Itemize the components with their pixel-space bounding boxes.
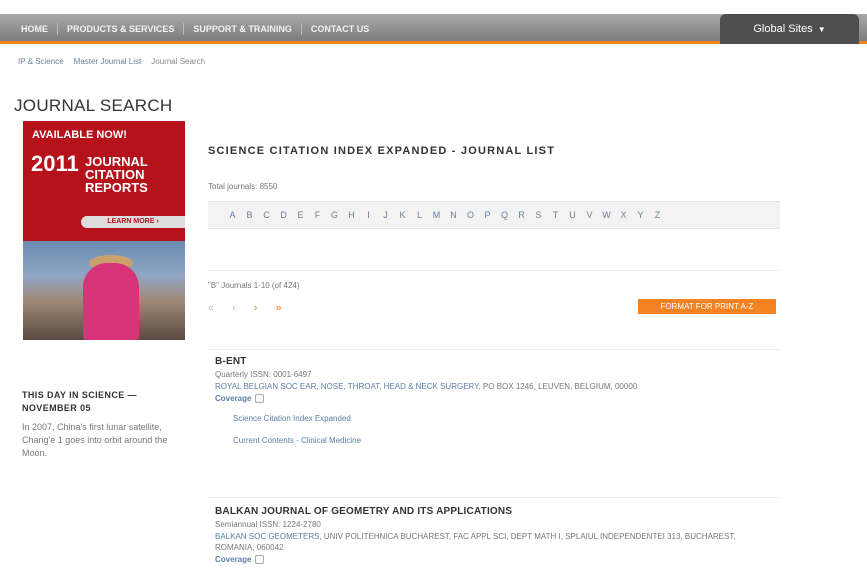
prev-page-icon: ‹	[232, 302, 236, 314]
alphabet-filter: ABCDEFGHIJKLMNOPQRSTUVWXYZ	[208, 201, 780, 229]
expand-icon	[255, 394, 265, 403]
coverage-toggle[interactable]: Coverage	[215, 394, 775, 403]
journal-entry: B-ENT Quarterly ISSN: 0001-6497 ROYAL BE…	[215, 356, 775, 445]
ad-photo	[23, 241, 185, 340]
letter-r[interactable]: R	[517, 210, 526, 220]
journal-frequency-issn: Quarterly ISSN: 0001-6497	[215, 370, 312, 379]
divider	[208, 349, 780, 350]
letter-u[interactable]: U	[568, 210, 577, 220]
coverage-index-link[interactable]: Science Citation Index Expanded	[233, 414, 775, 423]
letter-q[interactable]: Q	[500, 210, 509, 220]
letter-e[interactable]: E	[296, 210, 305, 220]
letter-h[interactable]: H	[347, 210, 356, 220]
total-journals: Total journals: 8550	[208, 182, 278, 191]
letter-g[interactable]: G	[330, 210, 339, 220]
jcr-advertisement[interactable]: AVAILABLE NOW! 2011 JOURNAL CITATION REP…	[23, 121, 185, 340]
coverage-label: Coverage	[215, 555, 252, 564]
letter-j[interactable]: J	[381, 210, 390, 220]
letter-n[interactable]: N	[449, 210, 458, 220]
results-range: "B" Journals 1-10 (of 424)	[208, 281, 300, 290]
this-day-title: THIS DAY IN SCIENCE — NOVEMBER 05	[22, 390, 137, 413]
journal-list-title: SCIENCE CITATION INDEX EXPANDED - JOURNA…	[208, 145, 556, 157]
letter-v[interactable]: V	[585, 210, 594, 220]
breadcrumb-master-journal-list[interactable]: Master Journal List	[74, 57, 142, 66]
letter-i[interactable]: I	[364, 210, 373, 220]
letter-w[interactable]: W	[602, 210, 611, 220]
breadcrumb: IP & Science Master Journal List Journal…	[18, 57, 205, 66]
nav-products-services[interactable]: PRODUCTS & SERVICES	[58, 23, 185, 35]
next-page-icon[interactable]: ›	[254, 302, 258, 314]
ad-learn-more-button[interactable]: LEARN MORE ›	[81, 216, 185, 228]
journal-publisher: ROYAL BELGIAN SOC EAR, NOSE, THROAT, HEA…	[215, 381, 775, 392]
letter-d[interactable]: D	[279, 210, 288, 220]
letter-x[interactable]: X	[619, 210, 628, 220]
letter-t[interactable]: T	[551, 210, 560, 220]
breadcrumb-ip-science[interactable]: IP & Science	[18, 57, 64, 66]
breadcrumb-current: Journal Search	[151, 57, 206, 66]
letter-a[interactable]: A	[228, 210, 237, 220]
divider	[208, 270, 780, 271]
letter-b[interactable]: B	[245, 210, 254, 220]
divider	[208, 497, 780, 498]
journal-frequency-issn: Semiannual ISSN: 1224-2780	[215, 520, 321, 529]
publisher-link[interactable]: BALKAN SOC GEOMETERS	[215, 532, 319, 541]
pagination: « ‹ › »	[208, 302, 282, 314]
letter-p[interactable]: P	[483, 210, 492, 220]
letter-z[interactable]: Z	[653, 210, 662, 220]
journal-entry: BALKAN JOURNAL OF GEOMETRY AND ITS APPLI…	[215, 506, 775, 564]
letter-k[interactable]: K	[398, 210, 407, 220]
journal-title: B-ENT	[215, 356, 247, 367]
coverage-label: Coverage	[215, 394, 252, 403]
journal-publisher: BALKAN SOC GEOMETERS, UNIV POLITEHNICA B…	[215, 531, 775, 553]
publisher-link[interactable]: ROYAL BELGIAN SOC EAR, NOSE, THROAT, HEA…	[215, 382, 478, 391]
main-content: SCIENCE CITATION INDEX EXPANDED - JOURNA…	[208, 0, 780, 583]
letter-l[interactable]: L	[415, 210, 424, 220]
letter-c[interactable]: C	[262, 210, 271, 220]
journal-title: BALKAN JOURNAL OF GEOMETRY AND ITS APPLI…	[215, 506, 513, 517]
coverage-index-link[interactable]: Current Contents - Clinical Medicine	[233, 436, 775, 445]
ad-year: 2011	[31, 151, 79, 176]
letter-f[interactable]: F	[313, 210, 322, 220]
format-for-print-button[interactable]: FORMAT FOR PRINT A-Z	[638, 299, 776, 314]
first-page-icon: «	[208, 302, 215, 314]
letter-s[interactable]: S	[534, 210, 543, 220]
letter-o[interactable]: O	[466, 210, 475, 220]
this-day-in-science: THIS DAY IN SCIENCE — NOVEMBER 05 In 200…	[22, 389, 182, 460]
publisher-address: , PO BOX 1246, LEUVEN, BELGIUM, 00000	[478, 382, 638, 391]
letter-m[interactable]: M	[432, 210, 441, 220]
last-page-icon[interactable]: »	[275, 302, 281, 314]
letter-y[interactable]: Y	[636, 210, 645, 220]
ad-headline: AVAILABLE NOW!	[32, 129, 127, 141]
person-shape	[83, 263, 139, 340]
coverage-toggle[interactable]: Coverage	[215, 555, 775, 564]
expand-icon	[255, 555, 265, 564]
this-day-text: In 2007, China's first lunar satellite, …	[22, 422, 168, 458]
nav-home[interactable]: HOME	[12, 23, 58, 35]
caret-down-icon: ▼	[817, 24, 826, 34]
ad-product: JOURNAL CITATION REPORTS	[85, 154, 148, 195]
page-title: JOURNAL SEARCH	[14, 96, 173, 115]
